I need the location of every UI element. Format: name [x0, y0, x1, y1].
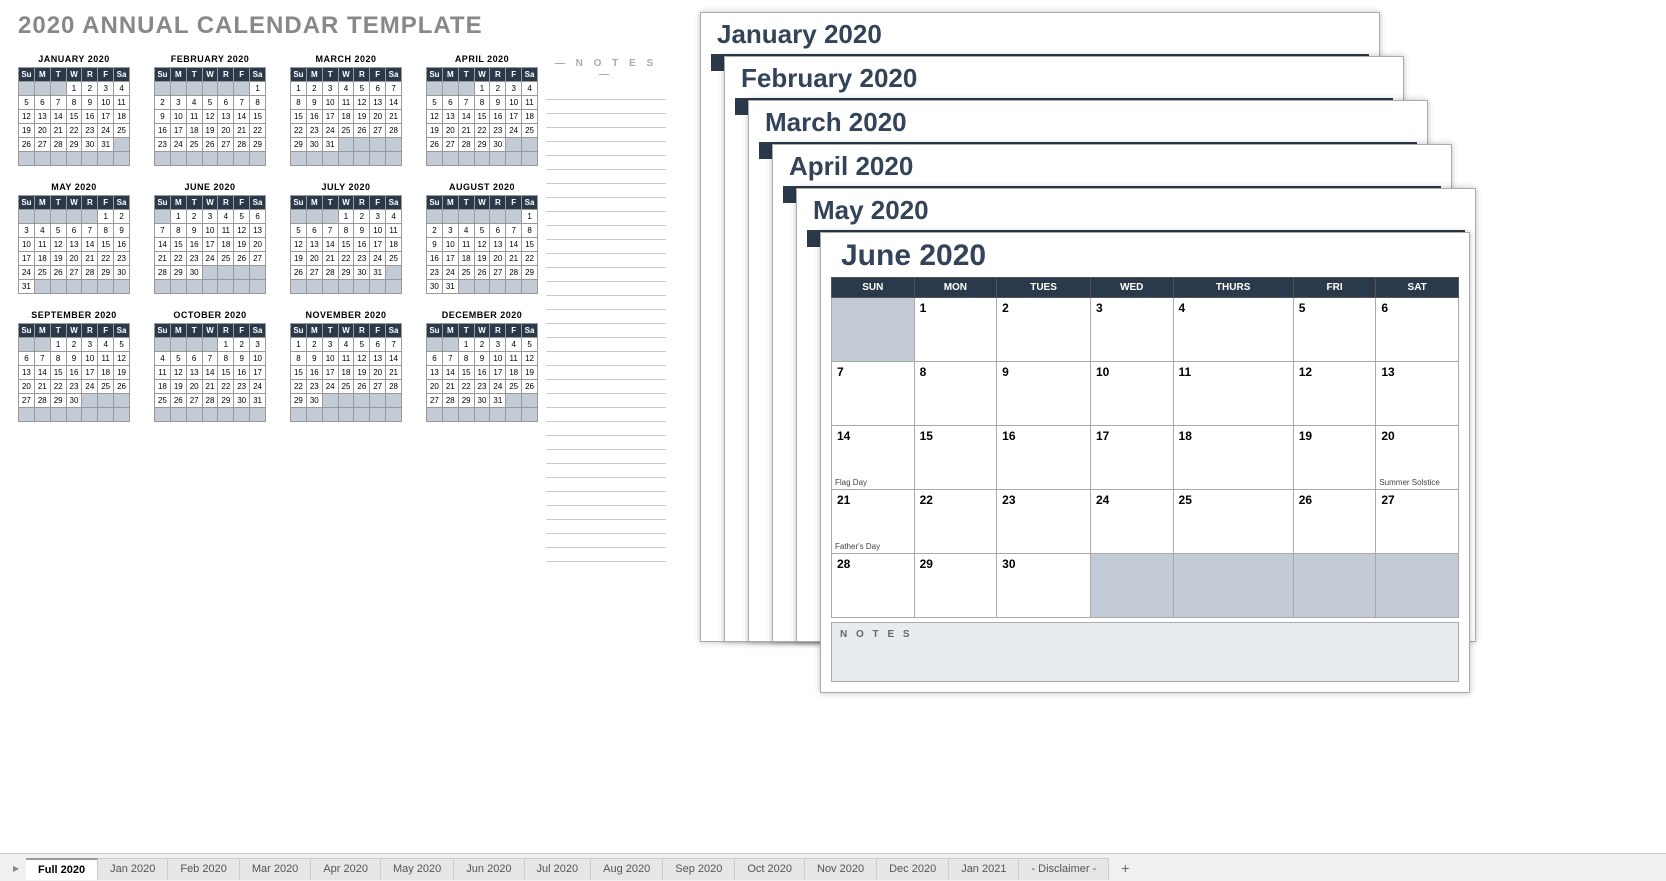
calendar-cell[interactable]: 26	[1293, 490, 1376, 554]
sheet-tabs: ▸ Full 2020Jan 2020Feb 2020Mar 2020Apr 2…	[0, 853, 1666, 881]
mini-month-title: APRIL 2020	[426, 54, 538, 64]
sheet-tab[interactable]: Mar 2020	[240, 858, 311, 880]
mini-month-title: AUGUST 2020	[426, 182, 538, 192]
calendar-cell[interactable]	[1173, 554, 1293, 618]
mini-month: SEPTEMBER 2020SuMTWRFSa12345678910111213…	[18, 310, 130, 422]
sheet-title: May 2020	[813, 195, 1465, 226]
event-label: Flag Day	[835, 478, 867, 487]
mini-month-title: MARCH 2020	[290, 54, 402, 64]
calendar-cell[interactable]: 21Father's Day	[832, 490, 915, 554]
sheet-tab[interactable]: Aug 2020	[591, 858, 663, 880]
calendar-cell[interactable]: 30	[997, 554, 1091, 618]
calendar-cell[interactable]	[1293, 554, 1376, 618]
annual-calendar: 2020 ANNUAL CALENDAR TEMPLATE JANUARY 20…	[18, 12, 538, 422]
sheet-tab[interactable]: Oct 2020	[735, 858, 805, 880]
mini-month-title: NOVEMBER 2020	[290, 310, 402, 320]
calendar-cell[interactable]: 2	[997, 298, 1091, 362]
calendar-cell[interactable]: 27	[1376, 490, 1459, 554]
mini-month-title: SEPTEMBER 2020	[18, 310, 130, 320]
calendar-cell[interactable]: 16	[997, 426, 1091, 490]
sheet-tab[interactable]: Feb 2020	[168, 858, 239, 880]
large-month-table: SUNMONTUESWEDTHURSFRISAT 123456789101112…	[831, 277, 1459, 618]
calendar-cell[interactable]: 18	[1173, 426, 1293, 490]
mini-month-title: JANUARY 2020	[18, 54, 130, 64]
calendar-cell[interactable]	[832, 298, 915, 362]
mini-month: NOVEMBER 2020SuMTWRFSa123456789101112131…	[290, 310, 402, 422]
sheet-tab[interactable]: Nov 2020	[805, 858, 877, 880]
mini-month-title: JULY 2020	[290, 182, 402, 192]
sheet-tab[interactable]: Dec 2020	[877, 858, 949, 880]
mini-month: FEBRUARY 2020SuMTWRFSa123456789101112131…	[154, 54, 266, 166]
calendar-cell[interactable]: 17	[1090, 426, 1173, 490]
mini-month-title: OCTOBER 2020	[154, 310, 266, 320]
calendar-cell[interactable]: 20Summer Solstice	[1376, 426, 1459, 490]
notes-box[interactable]: N O T E S	[831, 622, 1459, 682]
calendar-cell[interactable]: 4	[1173, 298, 1293, 362]
mini-month-title: DECEMBER 2020	[426, 310, 538, 320]
mini-month: APRIL 2020SuMTWRFSa123456789101112131415…	[426, 54, 538, 166]
mini-month: JANUARY 2020SuMTWRFSa1234567891011121314…	[18, 54, 130, 166]
sheet-tab[interactable]: Jul 2020	[525, 858, 592, 880]
mini-months-grid: JANUARY 2020SuMTWRFSa1234567891011121314…	[18, 54, 538, 422]
mini-month-title: MAY 2020	[18, 182, 130, 192]
mini-month: DECEMBER 2020SuMTWRFSa123456789101112131…	[426, 310, 538, 422]
sheet-title: March 2020	[765, 107, 1417, 138]
calendar-cell[interactable]: 13	[1376, 362, 1459, 426]
mini-month-title: FEBRUARY 2020	[154, 54, 266, 64]
mini-month-title: JUNE 2020	[154, 182, 266, 192]
calendar-cell[interactable]: 10	[1090, 362, 1173, 426]
large-month-title: June 2020	[841, 239, 1459, 273]
mini-month: JULY 2020SuMTWRFSa1234567891011121314151…	[290, 182, 402, 294]
sheet-tab[interactable]: Jan 2020	[98, 858, 168, 880]
calendar-cell[interactable]: 9	[997, 362, 1091, 426]
calendar-cell[interactable]: 3	[1090, 298, 1173, 362]
mini-month: JUNE 2020SuMTWRFSa1234567891011121314151…	[154, 182, 266, 294]
notes-column: — N O T E S —	[546, 58, 666, 562]
sheet-tab[interactable]: Sep 2020	[663, 858, 735, 880]
event-label: Father's Day	[835, 542, 880, 551]
sheet-title: February 2020	[741, 63, 1393, 94]
calendar-cell[interactable]: 14Flag Day	[832, 426, 915, 490]
calendar-cell[interactable]	[1090, 554, 1173, 618]
calendar-cell[interactable]	[1376, 554, 1459, 618]
mini-month: OCTOBER 2020SuMTWRFSa1234567891011121314…	[154, 310, 266, 422]
calendar-cell[interactable]: 6	[1376, 298, 1459, 362]
calendar-cell[interactable]: 1	[914, 298, 997, 362]
mini-month: AUGUST 2020SuMTWRFSa12345678910111213141…	[426, 182, 538, 294]
large-month-calendar: June 2020 SUNMONTUESWEDTHURSFRISAT 12345…	[820, 232, 1470, 693]
calendar-cell[interactable]: 25	[1173, 490, 1293, 554]
mini-month: MAY 2020SuMTWRFSa12345678910111213141516…	[18, 182, 130, 294]
sheet-tab[interactable]: Jan 2021	[949, 858, 1019, 880]
sheet-tab[interactable]: - Disclaimer -	[1019, 858, 1109, 880]
calendar-cell[interactable]: 11	[1173, 362, 1293, 426]
sheet-tab[interactable]: Apr 2020	[311, 858, 381, 880]
event-label: Summer Solstice	[1379, 478, 1439, 487]
calendar-cell[interactable]: 19	[1293, 426, 1376, 490]
calendar-cell[interactable]: 28	[832, 554, 915, 618]
mini-month: MARCH 2020SuMTWRFSa123456789101112131415…	[290, 54, 402, 166]
calendar-cell[interactable]: 15	[914, 426, 997, 490]
calendar-cell[interactable]: 7	[832, 362, 915, 426]
calendar-cell[interactable]: 29	[914, 554, 997, 618]
notes-label: — N O T E S —	[546, 58, 666, 80]
calendar-cell[interactable]: 8	[914, 362, 997, 426]
sheet-title: January 2020	[717, 19, 1369, 50]
tab-add[interactable]: +	[1109, 856, 1141, 880]
calendar-cell[interactable]: 22	[914, 490, 997, 554]
page-title: 2020 ANNUAL CALENDAR TEMPLATE	[18, 12, 538, 40]
calendar-cell[interactable]: 12	[1293, 362, 1376, 426]
calendar-cell[interactable]: 5	[1293, 298, 1376, 362]
calendar-cell[interactable]: 24	[1090, 490, 1173, 554]
sheet-tab[interactable]: May 2020	[381, 858, 454, 880]
sheet-title: April 2020	[789, 151, 1441, 182]
tab-nav-prev[interactable]: ▸	[6, 861, 26, 875]
sheet-tab[interactable]: Jun 2020	[454, 858, 524, 880]
calendar-cell[interactable]: 23	[997, 490, 1091, 554]
sheet-tab[interactable]: Full 2020	[26, 858, 98, 880]
